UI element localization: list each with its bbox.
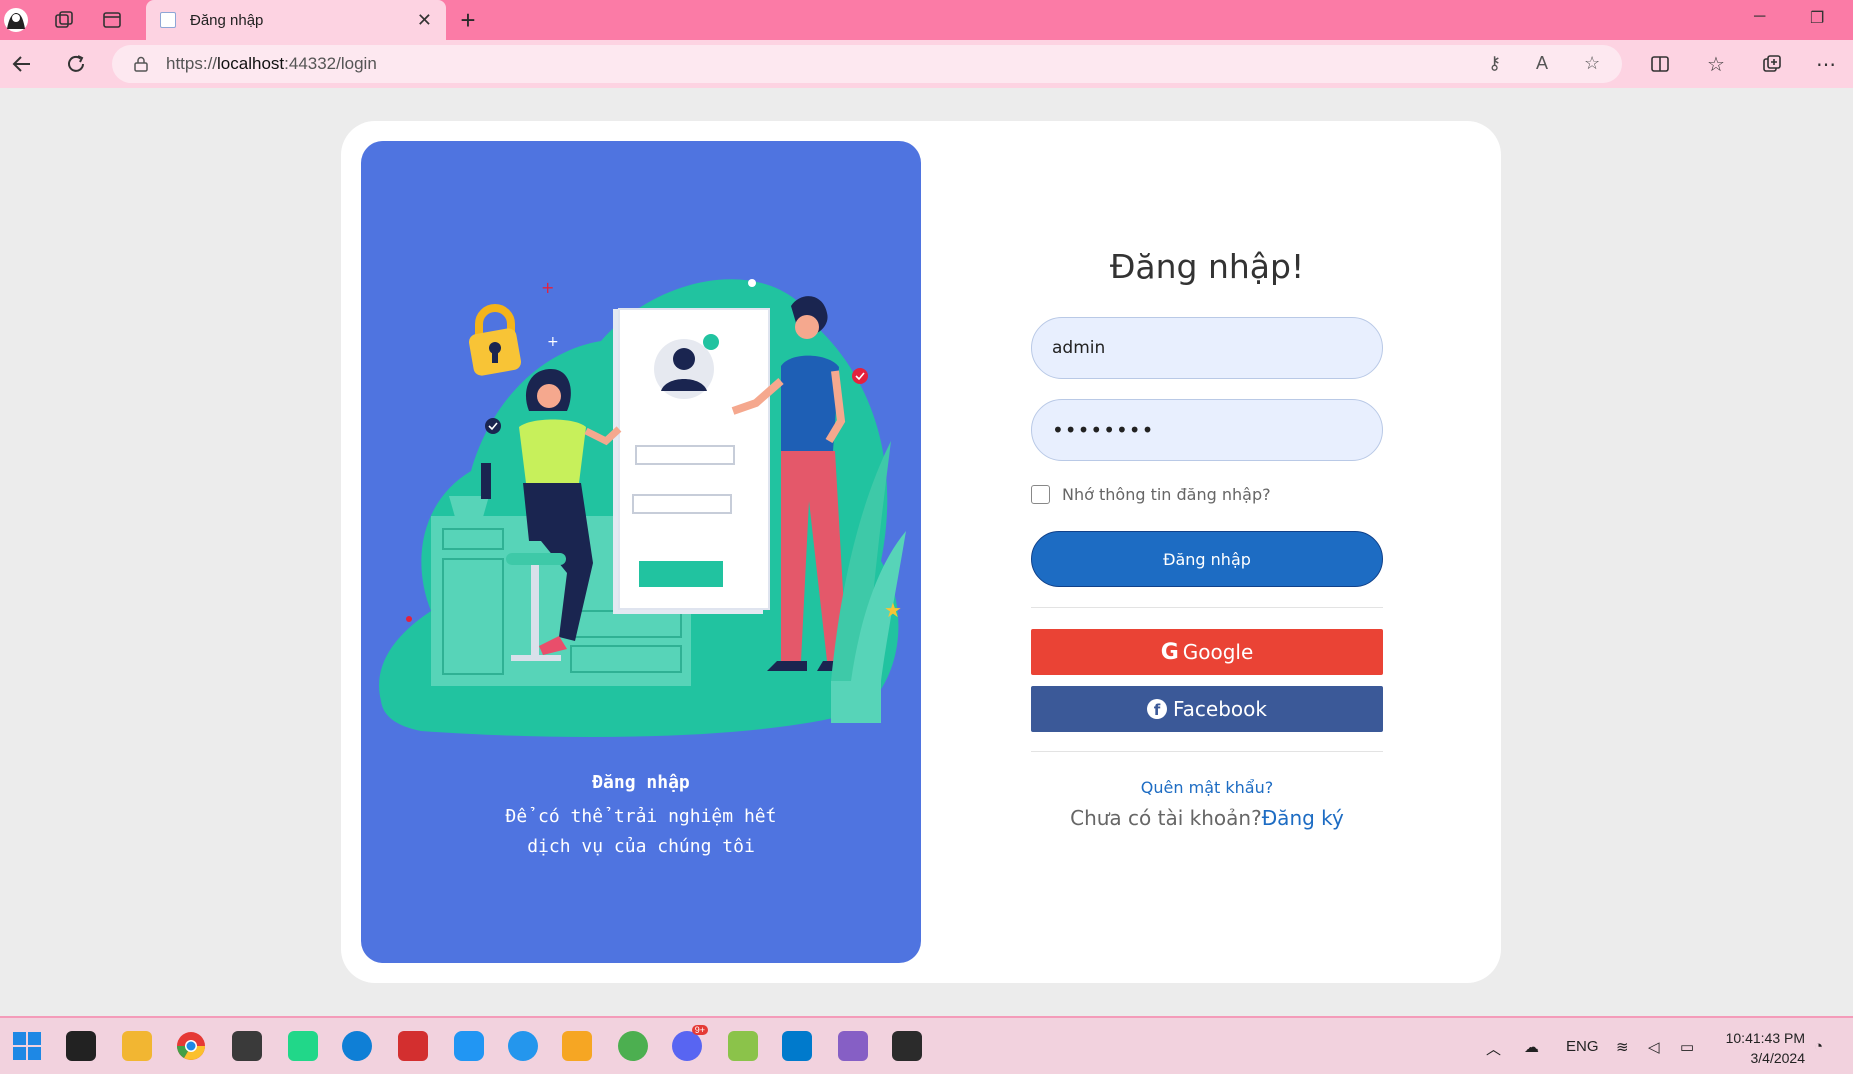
tab-login[interactable]: Đăng nhập ✕ — [146, 0, 446, 40]
redis-icon[interactable] — [398, 1031, 428, 1061]
chrome-icon[interactable] — [176, 1031, 206, 1061]
close-tab-icon[interactable]: ✕ — [417, 10, 432, 31]
app-icon[interactable] — [562, 1031, 592, 1061]
split-screen-icon[interactable] — [1646, 50, 1674, 78]
visual-studio-icon[interactable] — [838, 1031, 868, 1061]
minimize-icon[interactable]: ─ — [1754, 8, 1765, 26]
no-account-text: Chưa có tài khoản? — [1070, 806, 1262, 830]
svg-text:+: + — [547, 334, 559, 350]
google-icon: G — [1160, 639, 1179, 665]
chevron-up-icon[interactable]: ︿ — [1486, 1038, 1501, 1059]
onedrive-icon[interactable]: ☁ — [1524, 1038, 1539, 1056]
remember-me[interactable]: Nhớ thông tin đăng nhập? — [1031, 485, 1271, 504]
vscode-icon[interactable] — [782, 1031, 812, 1061]
password-input[interactable]: •••••••• — [1031, 399, 1383, 461]
svg-text:+: + — [541, 278, 554, 297]
remember-label: Nhớ thông tin đăng nhập? — [1062, 485, 1271, 504]
app-icon[interactable] — [728, 1031, 758, 1061]
language-indicator[interactable]: ENG — [1566, 1038, 1599, 1055]
illustration-panel: + + ★ Đăng nhập Để có thể trải nghiệm hế… — [361, 141, 921, 963]
refresh-icon[interactable] — [62, 50, 90, 78]
discord-badge: 9+ — [691, 1025, 708, 1035]
lock-icon — [134, 56, 148, 72]
file-explorer-icon[interactable] — [122, 1031, 152, 1061]
login-card: + + ★ Đăng nhập Để có thể trải nghiệm hế… — [341, 121, 1501, 983]
edge-icon[interactable] — [342, 1031, 372, 1061]
register-prompt: Chưa có tài khoản?Đăng ký — [1031, 806, 1383, 830]
favorites-list-icon[interactable]: ☆ — [1702, 50, 1730, 78]
profile-avatar-icon[interactable] — [2, 6, 30, 34]
wifi-icon[interactable]: ≋ — [1616, 1038, 1629, 1056]
facebook-icon: f — [1147, 699, 1167, 719]
app-icon[interactable] — [454, 1031, 484, 1061]
browser-tab-bar: Đăng nhập ✕ + ─ ❐ — [0, 0, 1853, 40]
illustration-title: Đăng nhập — [592, 772, 690, 793]
facebook-button-label: Facebook — [1173, 697, 1267, 721]
docker-icon[interactable] — [508, 1031, 538, 1061]
more-menu-icon[interactable]: ⋯ — [1812, 50, 1840, 78]
workspaces-icon[interactable] — [50, 6, 78, 34]
remember-checkbox[interactable] — [1031, 485, 1050, 504]
google-login-button[interactable]: G Google — [1031, 629, 1383, 675]
illustration-subtitle: Để có thể trải nghiệm hết dịch vụ của ch… — [505, 806, 777, 857]
favorite-star-icon[interactable]: ☆ — [1584, 53, 1600, 74]
page-favicon-icon — [160, 12, 176, 28]
divider — [1031, 751, 1383, 752]
key-icon[interactable]: ⚷ — [1488, 53, 1501, 74]
taskbar: 9+ ︿ ☁ ENG ≋ ◁ ▭ 10:41:43 PM 3/4/2024 ◔ — [0, 1016, 1853, 1074]
register-link[interactable]: Đăng ký — [1262, 806, 1344, 830]
divider — [1031, 607, 1383, 608]
address-bar-row: https://localhost:44332/login ⚷ A ☆ ☆ ⋯ — [0, 40, 1853, 88]
address-bar[interactable]: https://localhost:44332/login ⚷ A ☆ — [112, 45, 1622, 83]
goland-icon[interactable] — [232, 1031, 262, 1061]
tab-title: Đăng nhập — [190, 11, 264, 29]
google-button-label: Google — [1182, 640, 1254, 664]
terminal-icon[interactable] — [892, 1031, 922, 1061]
discord-icon[interactable]: 9+ — [672, 1025, 708, 1061]
svg-text:★: ★ — [884, 598, 902, 622]
task-view-icon[interactable] — [66, 1031, 96, 1061]
pycharm-icon[interactable] — [288, 1031, 318, 1061]
battery-icon[interactable]: ▭ — [1680, 1038, 1694, 1056]
login-illustration: + + ★ — [379, 278, 906, 737]
username-input[interactable]: admin — [1031, 317, 1383, 379]
forgot-password-link[interactable]: Quên mật khẩu? — [1031, 778, 1383, 797]
restore-icon[interactable]: ❐ — [1810, 8, 1824, 28]
login-button[interactable]: Đăng nhập — [1031, 531, 1383, 587]
system-clock[interactable]: 10:41:43 PM 3/4/2024 — [1726, 1028, 1805, 1068]
url-text: https://localhost:44332/login — [166, 54, 377, 73]
collections-icon[interactable] — [1758, 50, 1786, 78]
new-tab-plus-icon[interactable]: + — [454, 5, 482, 35]
back-arrow-icon[interactable] — [8, 50, 36, 78]
facebook-login-button[interactable]: f Facebook — [1031, 686, 1383, 732]
tab-actions-icon[interactable] — [98, 6, 126, 34]
chrome-profile-icon[interactable] — [618, 1031, 648, 1061]
notifications-icon[interactable]: ◔ — [1814, 1038, 1823, 1055]
read-aloud-icon[interactable]: A — [1536, 53, 1548, 74]
windows-start-icon[interactable] — [12, 1031, 42, 1061]
volume-icon[interactable]: ◁ — [1648, 1038, 1660, 1056]
login-title: Đăng nhập! — [1109, 247, 1305, 286]
